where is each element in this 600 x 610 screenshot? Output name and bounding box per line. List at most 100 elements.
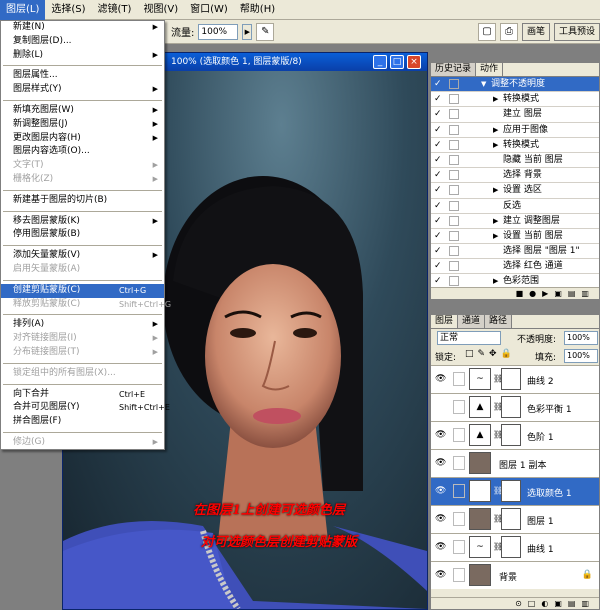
check-icon[interactable]: ✓ — [434, 246, 444, 256]
layer-row[interactable]: 👁 ⛓ 图层 1 — [431, 505, 599, 533]
menubar-item[interactable]: 滤镜(T) — [92, 0, 138, 20]
file-browser-icon[interactable]: ▢ — [477, 22, 496, 41]
action-row[interactable]: ✓ 选择 红色 通道 — [431, 259, 599, 275]
action-row[interactable]: ✓ 反选 — [431, 198, 599, 214]
action-row[interactable]: ✓ 选择 背景 — [431, 168, 599, 184]
airbrush-icon[interactable]: ✎ — [256, 22, 275, 41]
fill-input[interactable]: 100% — [564, 349, 598, 363]
dialog-toggle[interactable] — [449, 185, 459, 196]
dialog-toggle[interactable] — [449, 170, 459, 181]
dialog-toggle[interactable] — [449, 124, 459, 135]
dialog-toggle[interactable] — [449, 94, 459, 105]
menubar-item[interactable]: 视图(V) — [137, 0, 184, 20]
dialog-toggle[interactable] — [449, 154, 459, 165]
close-icon[interactable]: × — [407, 55, 421, 69]
menubar-item[interactable]: 图层(L) — [0, 0, 46, 20]
check-icon[interactable]: ✓ — [434, 155, 444, 165]
layer-row[interactable]: 👁 背景 🔒 — [431, 561, 599, 589]
layer-row[interactable]: 👁 ~ ⛓ 曲线 1 — [431, 533, 599, 561]
menu-item[interactable]: 拼合图层(F) — [1, 415, 164, 429]
menubar-item[interactable]: 帮助(H) — [234, 0, 281, 20]
dialog-toggle[interactable] — [449, 139, 459, 150]
menu-item[interactable]: 更改图层内容(H) ▶ — [1, 132, 164, 146]
layer-row[interactable]: 👁 ~ ⛓ 曲线 2 — [431, 365, 599, 393]
minimize-icon[interactable]: _ — [373, 55, 387, 69]
action-row[interactable]: ✓ ▶ 转换模式 — [431, 137, 599, 153]
action-row[interactable]: ✓ 隐藏 当前 图层 — [431, 152, 599, 169]
dialog-toggle[interactable] — [449, 109, 459, 120]
expand-arrow-icon[interactable]: ▶ — [493, 123, 498, 138]
layer-mask-thumbnail[interactable] — [501, 536, 521, 558]
maximize-icon[interactable]: □ — [390, 55, 404, 69]
layer-mask-thumbnail[interactable] — [501, 508, 521, 530]
action-row[interactable]: ✓ ▶ 转换模式 — [431, 92, 599, 108]
check-icon[interactable]: ✓ — [434, 261, 444, 271]
menu-item[interactable]: 创建剪贴蒙版(C) Ctrl+G — [1, 283, 164, 298]
dialog-toggle[interactable] — [449, 79, 459, 89]
panel-tab[interactable]: 路径 — [485, 315, 513, 328]
opacity-input[interactable]: 100% — [564, 331, 598, 345]
menu-item[interactable]: 删除(L) ▶ — [1, 49, 164, 63]
expand-arrow-icon[interactable]: ▶ — [493, 92, 498, 107]
dialog-toggle[interactable] — [449, 215, 459, 226]
action-row[interactable]: ✓ ▶ 设置 选区 — [431, 183, 599, 199]
panel-tab[interactable]: 通道 — [458, 315, 486, 328]
panel-tab[interactable]: 图层 — [431, 315, 459, 328]
dialog-toggle[interactable] — [449, 200, 459, 211]
layer-row[interactable]: 👁 ◐ ⛓ 选取颜色 1 — [431, 477, 599, 505]
menu-item[interactable]: 添加矢量蒙版(V) ▶ — [1, 249, 164, 263]
dialog-toggle[interactable] — [449, 246, 459, 257]
menu-item[interactable]: 停用图层蒙版(B) — [1, 228, 164, 242]
link-toggle[interactable] — [453, 540, 465, 554]
action-row[interactable]: ✓ 建立 图层 — [431, 107, 599, 123]
link-toggle[interactable] — [453, 484, 465, 498]
check-icon[interactable]: ✓ — [434, 94, 444, 104]
menu-item[interactable]: 图层内容选项(O)... — [1, 145, 164, 159]
panel-tab[interactable]: 历史记录 — [431, 63, 477, 76]
check-icon[interactable]: ✓ — [434, 216, 444, 226]
menu-item[interactable]: 图层属性... — [1, 69, 164, 83]
lock-icons[interactable]: □✎✥🔒 — [465, 349, 516, 359]
printer-icon[interactable]: ⎙ — [499, 22, 518, 41]
tool-presets-tab[interactable]: 工具预设 — [553, 22, 600, 41]
flow-arrow-icon[interactable]: ▶ — [242, 23, 253, 40]
menubar-item[interactable]: 选择(S) — [45, 0, 91, 20]
menu-item[interactable]: 图层样式(Y) ▶ — [1, 83, 164, 97]
check-icon[interactable]: ✓ — [434, 79, 444, 89]
check-icon[interactable]: ✓ — [434, 231, 444, 241]
dialog-toggle[interactable] — [449, 230, 459, 241]
link-toggle[interactable] — [453, 428, 465, 442]
menu-item[interactable]: 移去图层蒙版(K) ▶ — [1, 215, 164, 229]
link-toggle[interactable] — [453, 568, 465, 582]
menu-item[interactable]: 合并可见图层(Y) Shift+Ctrl+E — [1, 401, 170, 415]
link-toggle[interactable] — [453, 372, 465, 386]
layer-row[interactable]: 👁 ▲ ⛓ 色阶 1 — [431, 421, 599, 449]
expand-arrow-icon[interactable]: ▼ — [481, 77, 486, 92]
layer-mask-thumbnail[interactable] — [501, 368, 521, 390]
link-toggle[interactable] — [453, 456, 465, 470]
layer-row[interactable]: ▲ ⛓ 色彩平衡 1 — [431, 393, 599, 421]
flow-input[interactable]: 100% — [198, 23, 239, 40]
eye-icon[interactable]: 👁 — [435, 458, 446, 468]
menu-item[interactable]: 排列(A) ▶ — [1, 318, 164, 332]
expand-arrow-icon[interactable]: ▶ — [493, 183, 498, 198]
blend-mode-select[interactable]: 正常 — [437, 331, 501, 345]
action-row[interactable]: ✓ ▶ 建立 调整图层 — [431, 213, 599, 229]
menu-item[interactable]: 新填充图层(W) ▶ — [1, 104, 164, 118]
action-row[interactable]: ✓ 选择 图层 "图层 1" — [431, 244, 599, 260]
link-toggle[interactable] — [453, 512, 465, 526]
expand-arrow-icon[interactable]: ▶ — [493, 138, 498, 153]
check-icon[interactable]: ✓ — [434, 170, 444, 180]
layer-mask-thumbnail[interactable] — [501, 424, 521, 446]
expand-arrow-icon[interactable]: ▶ — [493, 214, 498, 229]
brushes-tab[interactable]: 画笔 — [521, 22, 550, 41]
eye-icon[interactable]: 👁 — [435, 374, 446, 384]
eye-icon[interactable]: 👁 — [435, 486, 446, 496]
expand-arrow-icon[interactable]: ▶ — [493, 229, 498, 244]
action-row[interactable]: ✓ ▶ 设置 当前 图层 — [431, 228, 599, 245]
eye-icon[interactable]: 👁 — [435, 430, 446, 440]
menu-item[interactable]: 新调整图层(J) ▶ — [1, 118, 164, 132]
action-row[interactable]: ✓ ▼ 调整不透明度 — [431, 77, 599, 93]
action-row[interactable]: ✓ ▶ 应用于图像 — [431, 122, 599, 138]
layer-row[interactable]: 👁 图层 1 副本 — [431, 449, 599, 477]
